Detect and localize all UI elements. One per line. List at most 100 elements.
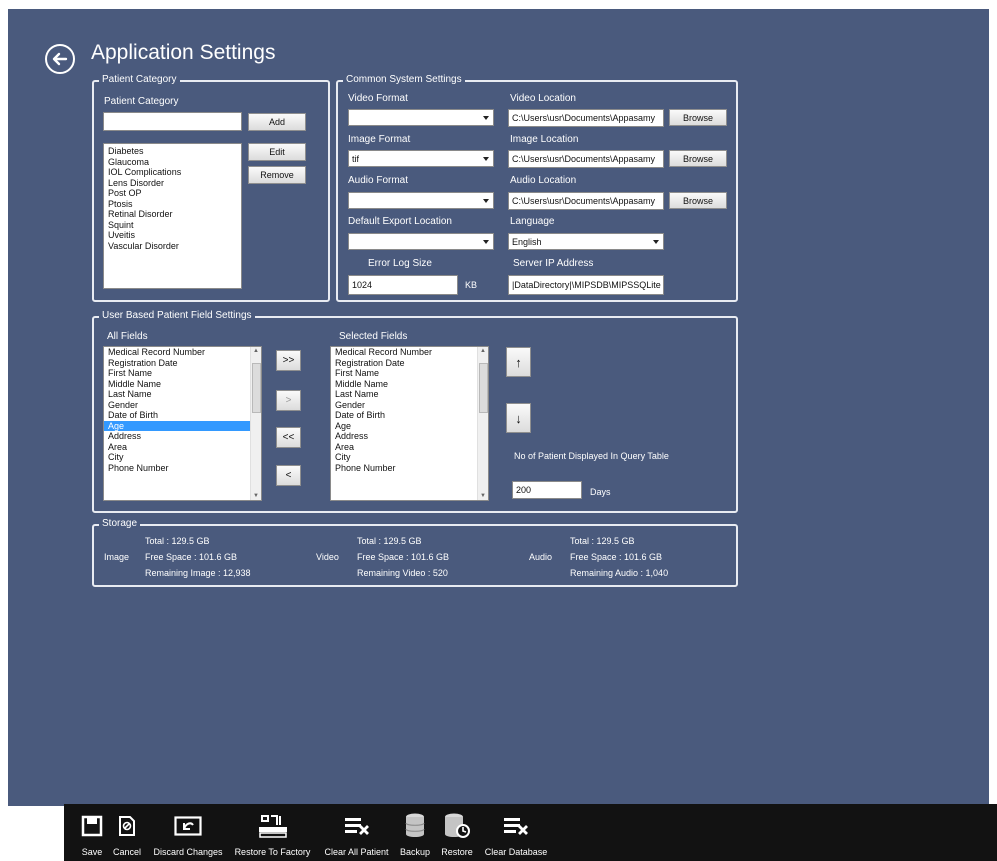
list-item[interactable]: City <box>331 452 488 463</box>
audio-format-select[interactable] <box>348 192 494 209</box>
list-item[interactable]: Registration Date <box>104 358 261 369</box>
video-format-select[interactable] <box>348 109 494 126</box>
restore-button[interactable]: Restore <box>440 804 474 861</box>
audio-location-field[interactable]: C:\Users\usr\Documents\Appasamy <box>508 192 664 210</box>
scroll-down-icon: ▼ <box>253 493 259 499</box>
cancel-button[interactable]: Cancel <box>110 804 144 861</box>
list-item[interactable]: Date of Birth <box>104 410 261 421</box>
list-item[interactable]: Gender <box>331 400 488 411</box>
list-item[interactable]: Lens Disorder <box>104 178 241 189</box>
image-format-select[interactable]: tif <box>348 150 494 167</box>
list-item[interactable]: Area <box>331 442 488 453</box>
list-item[interactable]: Glaucoma <box>104 157 241 168</box>
list-item[interactable]: Gender <box>104 400 261 411</box>
chevron-down-icon <box>483 199 489 203</box>
list-item[interactable]: First Name <box>331 368 488 379</box>
chevron-down-icon <box>483 240 489 244</box>
scroll-thumb[interactable] <box>479 363 488 413</box>
video-storage-free: Free Space : 101.6 GB <box>357 552 450 562</box>
move-all-left-button[interactable]: << <box>276 427 301 448</box>
list-item[interactable]: Phone Number <box>331 463 488 474</box>
cancel-label: Cancel <box>112 847 141 857</box>
list-item[interactable]: Phone Number <box>104 463 261 474</box>
clear-list-icon <box>344 818 369 835</box>
list-item[interactable]: First Name <box>104 368 261 379</box>
list-item[interactable]: City <box>104 452 261 463</box>
export-location-select[interactable] <box>348 233 494 250</box>
discard-changes-button[interactable]: Discard Changes <box>151 804 225 861</box>
language-select[interactable]: English <box>508 233 664 250</box>
edit-category-button[interactable]: Edit <box>248 143 306 161</box>
image-location-field[interactable]: C:\Users\usr\Documents\Appasamy <box>508 150 664 168</box>
list-item[interactable]: Age <box>331 421 488 432</box>
image-storage-total: Total : 129.5 GB <box>145 536 210 546</box>
add-category-button[interactable]: Add <box>248 113 306 131</box>
list-item[interactable]: Last Name <box>331 389 488 400</box>
list-item[interactable]: Retinal Disorder <box>104 209 241 220</box>
restore-factory-button[interactable]: Restore To Factory <box>230 804 315 861</box>
list-item[interactable]: Registration Date <box>331 358 488 369</box>
all-fields-scrollbar[interactable]: ▲ ▼ <box>250 347 261 500</box>
list-item[interactable]: Address <box>104 431 261 442</box>
list-item[interactable]: Post OP <box>104 188 241 199</box>
error-log-input[interactable]: 1024 <box>348 275 458 295</box>
image-storage-free: Free Space : 101.6 GB <box>145 552 238 562</box>
query-count-input[interactable]: 200 <box>512 481 582 499</box>
arrow-down-icon: ↓ <box>515 410 522 426</box>
list-item[interactable]: Medical Record Number <box>104 347 261 358</box>
save-button[interactable]: Save <box>80 804 104 861</box>
list-item[interactable]: Squint <box>104 220 241 231</box>
remove-category-button[interactable]: Remove <box>248 166 306 184</box>
audio-storage-total: Total : 129.5 GB <box>570 536 635 546</box>
browse-image-button[interactable]: Browse <box>669 150 727 167</box>
backup-button[interactable]: Backup <box>398 804 432 861</box>
move-all-right-button[interactable]: >> <box>276 350 301 371</box>
all-fields-list[interactable]: Medical Record Number Registration Date Fi… <box>103 346 262 501</box>
save-label: Save <box>81 847 103 857</box>
patient-category-input[interactable] <box>103 112 242 131</box>
list-item[interactable]: Ptosis <box>104 199 241 210</box>
scroll-up-icon: ▲ <box>253 348 259 354</box>
restore-factory-label: Restore To Factory <box>234 847 311 857</box>
list-item[interactable]: Medical Record Number <box>331 347 488 358</box>
move-down-button[interactable]: ↓ <box>506 403 531 433</box>
image-format-label: Image Format <box>348 134 411 145</box>
video-storage-remaining: Remaining Video : 520 <box>357 568 448 578</box>
list-item[interactable]: Vascular Disorder <box>104 241 241 252</box>
chevron-down-icon <box>653 240 659 244</box>
clear-database-icon <box>504 818 528 835</box>
list-item[interactable]: Middle Name <box>331 379 488 390</box>
list-item[interactable]: Age <box>104 420 261 431</box>
list-item[interactable]: Middle Name <box>104 379 261 390</box>
browse-audio-button[interactable]: Browse <box>669 192 727 209</box>
selected-fields-label: Selected Fields <box>339 331 408 342</box>
move-left-button[interactable]: < <box>276 465 301 486</box>
clear-all-patient-button[interactable]: Clear All Patient <box>321 804 392 861</box>
undo-icon <box>174 816 202 836</box>
selected-fields-scrollbar[interactable]: ▲ ▼ <box>477 347 488 500</box>
query-unit-label: Days <box>590 487 611 497</box>
scroll-thumb[interactable] <box>252 363 261 413</box>
image-format-value: tif <box>352 154 360 164</box>
clear-database-button[interactable]: Clear Database <box>481 804 551 861</box>
selected-fields-list[interactable]: Medical Record Number Registration Date Fi… <box>330 346 489 501</box>
server-ip-field[interactable]: |DataDirectory|\MIPSDB\MIPSSQLite <box>508 275 664 295</box>
all-fields-label: All Fields <box>107 331 148 342</box>
move-up-button[interactable]: ↑ <box>506 347 531 377</box>
video-location-field[interactable]: C:\Users\usr\Documents\Appasamy <box>508 109 664 127</box>
list-item[interactable]: Address <box>331 431 488 442</box>
list-item[interactable]: Area <box>104 442 261 453</box>
chevron-down-icon <box>483 157 489 161</box>
list-item[interactable]: Uveitis <box>104 230 241 241</box>
list-item[interactable]: IOL Complications <box>104 167 241 178</box>
patient-category-list[interactable]: Diabetes Glaucoma IOL Complications Lens Di… <box>103 143 242 289</box>
storage-legend: Storage <box>99 518 141 530</box>
video-storage-label: Video <box>316 552 339 562</box>
back-button[interactable] <box>45 44 75 74</box>
browse-video-button[interactable]: Browse <box>669 109 727 126</box>
list-item[interactable]: Diabetes <box>104 146 241 157</box>
list-item[interactable]: Last Name <box>104 389 261 400</box>
list-item[interactable]: Date of Birth <box>331 410 488 421</box>
discard-label: Discard Changes <box>153 847 223 857</box>
move-right-button[interactable]: > <box>276 390 301 411</box>
